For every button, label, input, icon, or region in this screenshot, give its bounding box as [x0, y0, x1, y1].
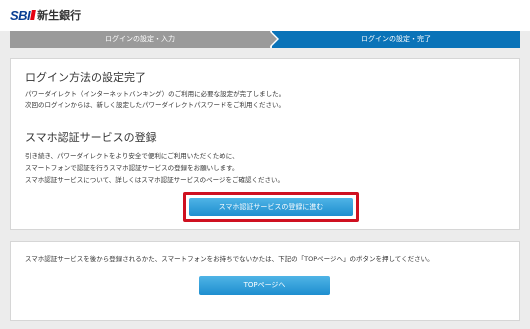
register-smartphone-auth-button[interactable]: スマホ認証サービスの登録に進む [189, 198, 353, 216]
logo-mark-icon [30, 10, 37, 20]
header: SBI 新生銀行 [0, 0, 530, 31]
completion-title: ログイン方法の設定完了 [25, 71, 146, 84]
later-card: スマホ認証サービスを後から登録されるかた、スマートフォンをお持ちでないかたは、下… [10, 241, 520, 321]
completion-text-2: 次回のログインからは、新しく設定したパワーダイレクトパスワードをご利用ください。 [25, 101, 285, 109]
completion-text-1: パワーダイレクト（インターネットバンキング）のご利用に必要な設定が完了しました。 [25, 90, 286, 98]
step-input: ログインの設定・入力 [10, 31, 270, 48]
step-arrow-icon [269, 31, 277, 47]
completion-card: ログイン方法の設定完了 パワーダイレクト（インターネットバンキング）のご利用に必… [10, 58, 520, 230]
smartphone-auth-title: スマホ認証サービスの登録 [25, 131, 157, 144]
smartphone-text-1: 引き続き、パワーダイレクトをより安全で便利にご利用いただくために、 [25, 152, 239, 160]
progress-steps: ログインの設定・入力 ログインの設定・完了 [10, 31, 520, 48]
later-text: スマホ認証サービスを後から登録されるかた、スマートフォンをお持ちでないかたは、下… [25, 255, 434, 263]
logo-sbi-text: SBI [10, 7, 31, 23]
step-complete: ログインの設定・完了 [272, 31, 520, 48]
top-page-button[interactable]: TOPページへ [199, 276, 330, 295]
logo-bank-name: 新生銀行 [37, 9, 82, 22]
smartphone-text-2: スマートフォンで認証を行うスマホ認証サービスの登録をお願いします。 [25, 164, 239, 172]
sbi-shinsei-logo[interactable]: SBI 新生銀行 [10, 7, 81, 23]
smartphone-text-3: スマホ認証サービスについて、詳しくはスマホ認証サービスのページをご確認ください。 [25, 176, 284, 184]
